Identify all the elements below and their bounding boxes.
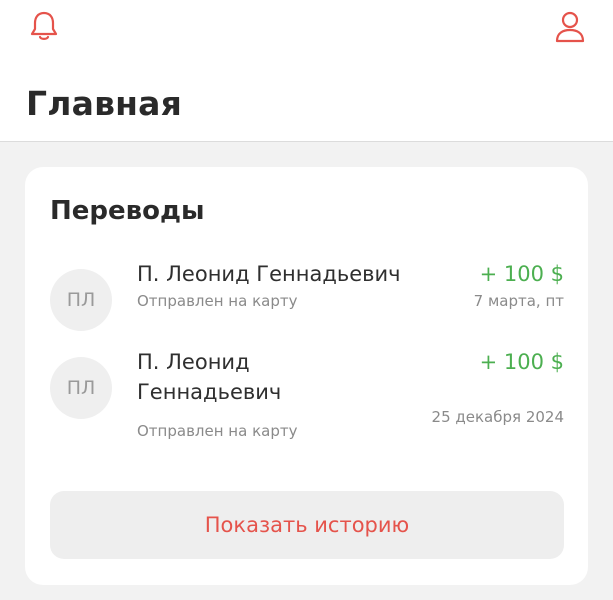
profile-button[interactable]: [550, 6, 590, 46]
user-icon: [555, 11, 585, 43]
page-title: Главная: [26, 84, 183, 123]
transfer-date: 7 марта, пт: [473, 292, 564, 310]
transfer-amount: + 100 $: [479, 262, 564, 286]
transfer-recipient: П. Леонид Геннадьевич: [137, 350, 282, 404]
avatar: ПЛ: [50, 269, 112, 331]
transfer-status: Отправлен на карту: [137, 422, 298, 440]
transfer-row[interactable]: ПЛ П. Леонид Геннадьевич Отправлен на ка…: [25, 347, 588, 447]
show-history-button[interactable]: Показать историю: [50, 491, 564, 559]
avatar: ПЛ: [50, 357, 112, 419]
notifications-button[interactable]: [24, 6, 64, 46]
transfer-date: 25 декабря 2024: [431, 408, 564, 426]
transfer-recipient: П. Леонид Геннадьевич: [137, 262, 401, 286]
transfer-status: Отправлен на карту: [137, 292, 298, 310]
transfers-card: Переводы ПЛ П. Леонид Геннадьевич Отправ…: [25, 167, 588, 585]
bell-icon: [30, 11, 58, 40]
transfer-row[interactable]: ПЛ П. Леонид Геннадьевич Отправлен на ка…: [25, 259, 588, 341]
transfer-amount: + 100 $: [479, 350, 564, 374]
app-header: Главная: [0, 0, 613, 142]
transfers-title: Переводы: [50, 196, 205, 226]
